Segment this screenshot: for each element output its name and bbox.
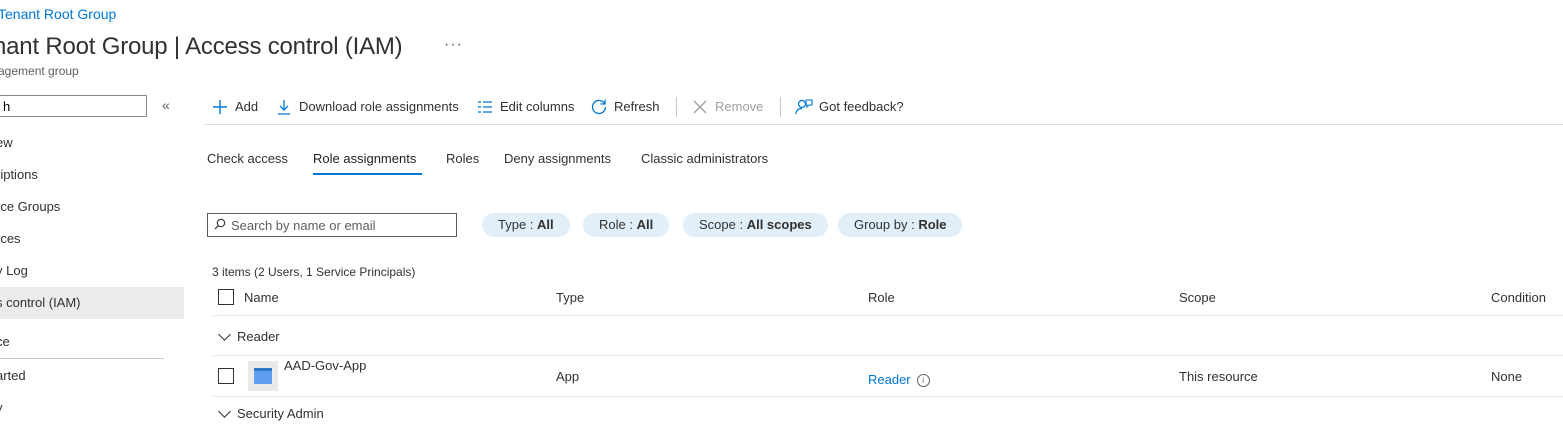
tab-roles[interactable]: Roles xyxy=(446,151,479,166)
group-label: Security Admin xyxy=(237,406,324,421)
select-all-checkbox[interactable] xyxy=(218,289,234,305)
group-by-filter-pill[interactable]: Group by : Role xyxy=(838,213,963,237)
row-name-link[interactable]: AAD-Gov-App xyxy=(284,358,366,373)
feedback-person-icon xyxy=(795,98,813,116)
edit-columns-label: Edit columns xyxy=(500,99,575,114)
page-title: nant Root Group | Access control (IAM) xyxy=(0,33,403,60)
role-filter-pill[interactable]: Role : All xyxy=(583,213,670,237)
nav-item-label: s control (IAM) xyxy=(0,295,81,310)
columns-icon xyxy=(476,100,494,114)
filter-label: Scope : xyxy=(699,217,747,232)
nav-search-input[interactable] xyxy=(0,95,147,117)
search-icon xyxy=(214,218,226,233)
row-divider xyxy=(212,396,1563,397)
filter-value: All xyxy=(636,217,654,232)
scope-filter-pill[interactable]: Scope : All scopes xyxy=(683,213,828,237)
row-type: App xyxy=(556,369,580,384)
group-header-reader[interactable]: Reader xyxy=(217,327,280,344)
refresh-button[interactable]: Refresh xyxy=(590,97,660,117)
nav-item-subscriptions[interactable]: riptions xyxy=(0,159,184,191)
nav-item-access-control[interactable]: s control (IAM) xyxy=(0,287,184,319)
edit-columns-button[interactable]: Edit columns xyxy=(476,97,574,117)
filter-label: Role : xyxy=(599,217,637,232)
nav-divider xyxy=(0,358,164,359)
row-condition: None xyxy=(1491,369,1523,384)
type-filter-pill[interactable]: Type : All xyxy=(482,213,570,237)
nav-item-activity-log[interactable]: y Log xyxy=(0,255,184,287)
tab-deny-assignments[interactable]: Deny assignments xyxy=(504,151,611,166)
group-header-security-admin[interactable]: Security Admin xyxy=(217,404,324,421)
nav-item-label: y Log xyxy=(0,263,28,278)
tab-role-assignments[interactable]: Role assignments xyxy=(313,151,416,166)
nav-item-security[interactable]: y xyxy=(0,392,184,424)
toolbar-divider xyxy=(204,124,1563,125)
feedback-button[interactable]: Got feedback? xyxy=(795,97,904,117)
row-checkbox[interactable] xyxy=(218,368,234,384)
row-role-cell: Reader i xyxy=(868,372,930,388)
remove-button[interactable]: Remove xyxy=(691,97,763,117)
nav-item-label: arted xyxy=(0,368,26,383)
header-divider xyxy=(212,315,1563,316)
info-icon[interactable]: i xyxy=(916,374,930,388)
collapse-nav-icon[interactable]: « xyxy=(162,97,170,113)
filter-value: All scopes xyxy=(746,217,812,232)
breadcrumb[interactable]: Tenant Root Group xyxy=(0,6,116,22)
active-tab-indicator xyxy=(313,173,422,175)
nav-item-resource-groups[interactable]: rce Groups xyxy=(0,191,184,223)
column-header-scope[interactable]: Scope xyxy=(1179,290,1216,305)
remove-label: Remove xyxy=(715,99,764,114)
download-icon xyxy=(275,99,293,115)
nav-item-label: riptions xyxy=(0,167,38,182)
nav-item-resource[interactable]: ce xyxy=(0,326,184,358)
column-header-type[interactable]: Type xyxy=(556,290,584,305)
app-icon xyxy=(248,361,278,391)
column-header-name[interactable]: Name xyxy=(244,290,279,305)
plus-icon xyxy=(211,99,229,115)
chevron-down-icon xyxy=(218,327,231,341)
chevron-down-icon xyxy=(218,404,231,418)
nav-item-resources[interactable]: rces xyxy=(0,223,184,255)
nav-item-overview[interactable]: ew xyxy=(0,127,184,159)
more-options-icon[interactable]: ··· xyxy=(444,36,463,54)
download-label: Download role assignments xyxy=(299,99,459,114)
items-count: 3 items (2 Users, 1 Service Principals) xyxy=(212,265,416,279)
refresh-icon xyxy=(590,98,608,116)
filter-value: Role xyxy=(918,217,947,232)
row-scope: This resource xyxy=(1179,369,1258,384)
toolbar-separator xyxy=(780,97,781,117)
add-label: Add xyxy=(235,99,259,114)
column-header-condition[interactable]: Condition xyxy=(1491,290,1546,305)
group-divider xyxy=(212,355,1563,356)
search-input[interactable]: Search by name or email xyxy=(207,213,457,237)
nav-item-getting-started[interactable]: arted xyxy=(0,360,184,392)
add-button[interactable]: Add xyxy=(211,97,258,117)
filter-label: Type : xyxy=(498,217,538,232)
close-icon xyxy=(691,99,709,115)
nav-item-label: rce Groups xyxy=(0,199,61,214)
feedback-label: Got feedback? xyxy=(819,99,904,114)
filter-label: Group by : xyxy=(854,217,919,232)
nav-item-label: y xyxy=(0,400,3,415)
tab-check-access[interactable]: Check access xyxy=(207,151,288,166)
search-placeholder: Search by name or email xyxy=(231,217,376,233)
group-label: Reader xyxy=(237,329,280,344)
tab-classic-administrators[interactable]: Classic administrators xyxy=(641,151,768,166)
download-role-assignments-button[interactable]: Download role assignments xyxy=(275,97,459,117)
column-header-role[interactable]: Role xyxy=(868,290,895,305)
nav-item-label: rces xyxy=(0,231,21,246)
toolbar-separator xyxy=(676,97,677,117)
filter-value: All xyxy=(537,217,554,232)
page-subtitle: agement group xyxy=(0,64,79,78)
nav-item-label: ce xyxy=(0,334,10,349)
refresh-label: Refresh xyxy=(614,99,660,114)
row-role-link[interactable]: Reader xyxy=(868,372,911,387)
nav-item-label: ew xyxy=(0,135,13,150)
